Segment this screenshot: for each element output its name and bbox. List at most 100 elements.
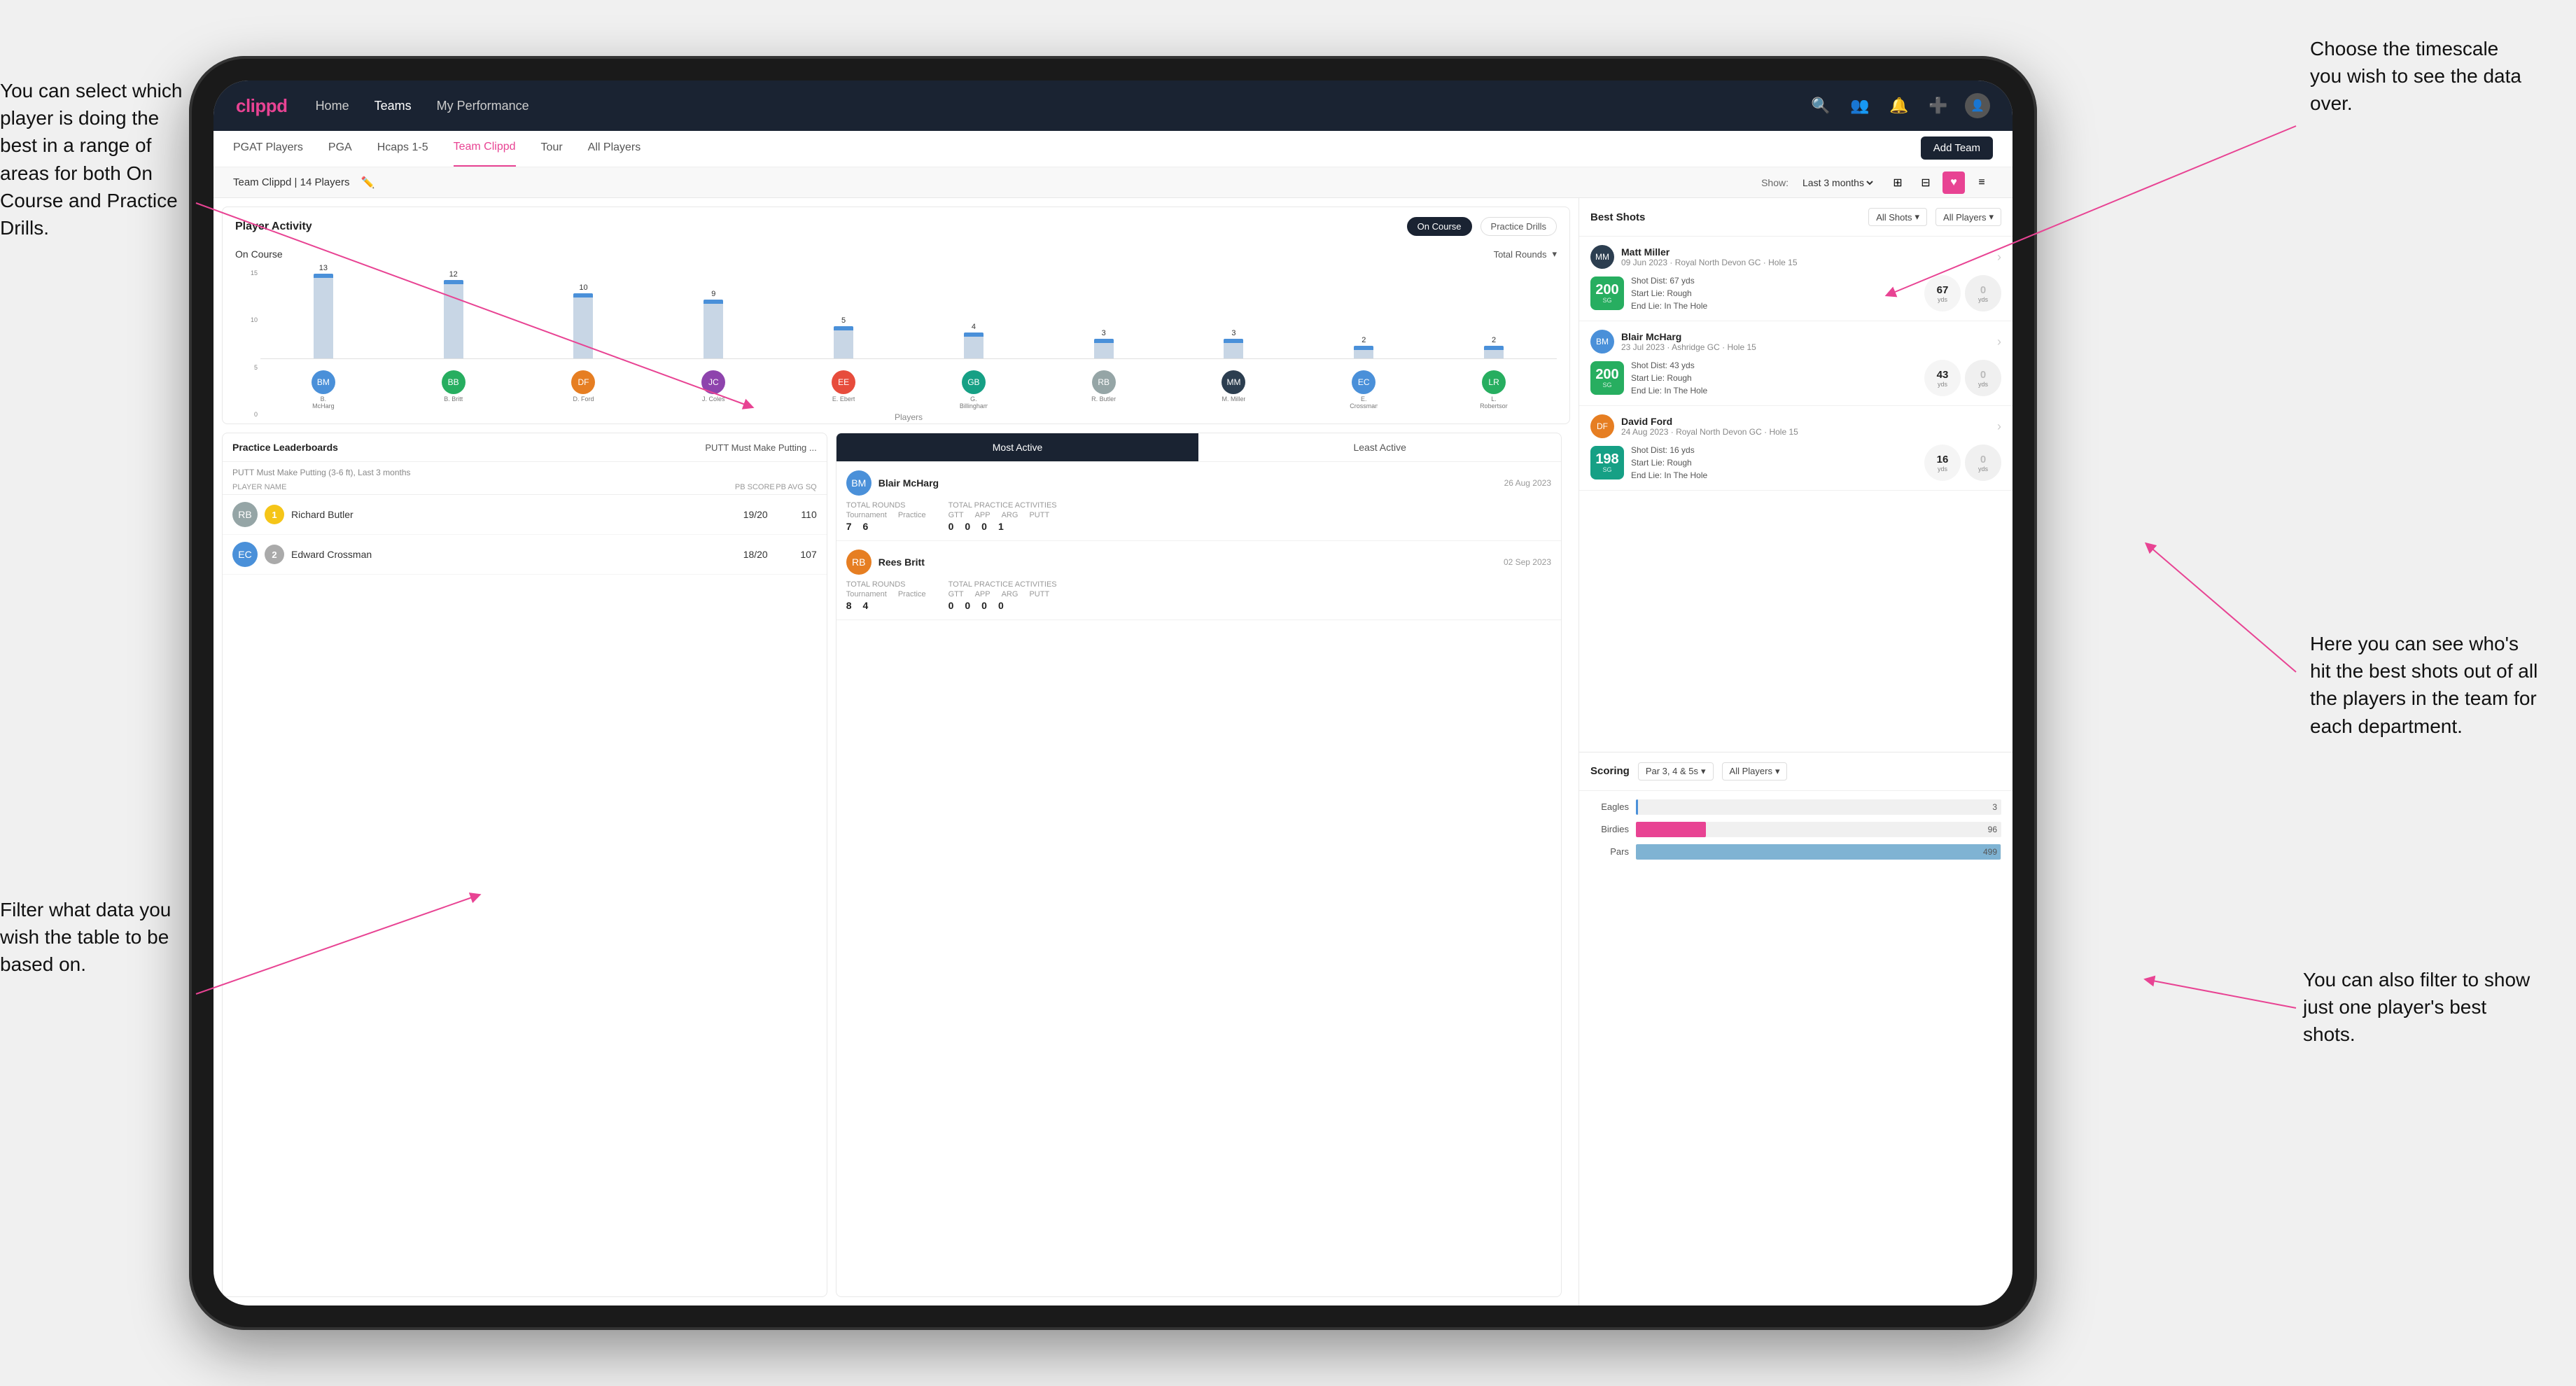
on-course-toggle[interactable]: On Course	[1407, 217, 1472, 236]
tab-team-clippd[interactable]: Team Clippd	[454, 131, 516, 167]
total-rounds-label: Total Rounds	[846, 501, 926, 510]
shot-date-matt: 09 Jun 2023	[1621, 258, 1667, 267]
shot-player-info-blair: Blair McHarg 23 Jul 2023 · Ashridge GC ·…	[1621, 331, 1990, 352]
practice-subtitle: PUTT Must Make Putting (3-6 ft), Last 3 …	[223, 462, 827, 480]
all-players-filter[interactable]: All Players ▾	[1935, 208, 2001, 226]
shot-item-david-ford[interactable]: DF David Ford 24 Aug 2023 · Royal North …	[1579, 406, 2012, 491]
all-players-label: All Players	[1943, 212, 1986, 223]
col-player-name: PLAYER NAME	[232, 483, 733, 491]
shot-badge-num-david: 198	[1595, 452, 1618, 466]
bar-bmcharg: 13	[260, 264, 386, 358]
tablet-frame: clippd Home Teams My Performance 🔍 👥 🔔 ➕…	[189, 56, 2037, 1330]
shot-metrics-blair: 43 yds 0 yds	[1924, 360, 2001, 396]
practice-player-name-ecrossman: Edward Crossman	[291, 549, 719, 560]
list-view-btn[interactable]: ≡	[1970, 172, 1993, 194]
scoring-row-eagles: Eagles 3	[1590, 799, 2001, 815]
chart-area: On Course Total Rounds ▾ 15 10 5	[223, 243, 1569, 424]
arg-blair: 0	[981, 521, 987, 532]
rounds-values-rees: 8 4	[846, 600, 926, 611]
user-avatar[interactable]: 👤	[1965, 93, 1990, 118]
shot-date-david: 24 Aug 2023	[1621, 427, 1668, 437]
chevron-right-icon: ›	[1997, 419, 2001, 434]
players-x-label: Players	[260, 412, 1557, 428]
practice-drills-toggle[interactable]: Practice Drills	[1480, 217, 1557, 236]
par-filter[interactable]: Par 3, 4 & 5s ▾	[1638, 762, 1714, 780]
shot-metric-dist-matt: 67 yds	[1924, 275, 1961, 312]
practice-sub-labels-rees: GTT APP ARG PUTT	[948, 590, 1057, 598]
scoring-card: Scoring Par 3, 4 & 5s ▾ All Players ▾ Ea…	[1579, 752, 2012, 1306]
activity-stats-blair: Total Rounds Tournament Practice 7 6	[846, 501, 1551, 532]
grid-4-view-btn[interactable]: ⊞	[1886, 172, 1909, 194]
practice-row-1[interactable]: RB 1 Richard Butler 19/20 110	[223, 495, 827, 535]
player-avatar-eebert: EE E. Ebert	[780, 370, 906, 410]
rank-badge-1: 1	[265, 505, 284, 524]
practice-activities-group-blair: Total Practice Activities GTT APP ARG PU…	[948, 501, 1057, 532]
app-blair: 0	[965, 521, 970, 532]
player-avatar-mmiller: MM M. Miller	[1171, 370, 1297, 410]
shot-badge-num-blair: 200	[1595, 368, 1618, 382]
shot-item-matt-miller[interactable]: MM Matt Miller 09 Jun 2023 · Royal North…	[1579, 237, 2012, 321]
grid-2-view-btn[interactable]: ⊟	[1914, 172, 1937, 194]
activity-item-blair[interactable]: BM Blair McHarg 26 Aug 2023 Total Rounds…	[836, 462, 1561, 541]
all-shots-filter[interactable]: All Shots ▾	[1868, 208, 1927, 226]
edit-team-icon[interactable]: ✏️	[360, 176, 374, 190]
all-shots-label: All Shots	[1876, 212, 1912, 223]
activity-item-rees[interactable]: RB Rees Britt 02 Sep 2023 Total Rounds T…	[836, 541, 1561, 620]
nav-my-performance[interactable]: My Performance	[437, 99, 529, 113]
scoring-players-filter[interactable]: All Players ▾	[1722, 762, 1788, 780]
col-pb-avg: PB AVG SQ	[775, 483, 817, 491]
pars-bar-fill	[1636, 844, 2001, 860]
users-icon[interactable]: 👥	[1847, 93, 1872, 118]
eagles-value: 3	[1992, 802, 1997, 812]
chevron-right-icon: ›	[1997, 335, 2001, 349]
most-active-card: Most Active Least Active BM Blair McHarg…	[836, 433, 1562, 1297]
tab-pga[interactable]: PGA	[328, 131, 352, 167]
total-rounds-label: Total Rounds	[1494, 249, 1547, 260]
plus-circle-icon[interactable]: ➕	[1926, 93, 1951, 118]
player-activity-card: Player Activity On Course Practice Drill…	[222, 206, 1570, 424]
player-avatar-gbillingham: GB G. Billingham	[911, 370, 1037, 410]
nav-links: Home Teams My Performance	[316, 99, 1780, 113]
nav-home[interactable]: Home	[316, 99, 349, 113]
tab-tour[interactable]: Tour	[541, 131, 563, 167]
search-icon[interactable]: 🔍	[1808, 93, 1833, 118]
chevron-down-icon: ▾	[1701, 766, 1706, 777]
activity-name-blair: Blair McHarg	[878, 477, 1497, 489]
shot-item-blair-mcharg[interactable]: BM Blair McHarg 23 Jul 2023 · Ashridge G…	[1579, 321, 2012, 406]
annotation-best-player: You can select which player is doing the…	[0, 77, 196, 241]
bar-gbillingham: 4	[911, 264, 1037, 358]
shot-badge-matt: 200 SG	[1590, 276, 1624, 310]
player-avatar-bmcharg: BM B. McHarg	[260, 370, 386, 410]
scoring-title: Scoring	[1590, 765, 1630, 777]
add-team-button[interactable]: Add Team	[1921, 136, 1993, 160]
tab-most-active[interactable]: Most Active	[836, 433, 1199, 461]
gtt-blair: 0	[948, 521, 954, 532]
shot-metric-zero-david: 0 yds	[1965, 444, 2001, 481]
shot-badge-sub-matt: SG	[1602, 297, 1611, 304]
chart-filter-dropdown[interactable]: Total Rounds ▾	[1494, 248, 1557, 260]
bell-icon[interactable]: 🔔	[1886, 93, 1912, 118]
shot-metrics-david: 16 yds 0 yds	[1924, 444, 2001, 481]
shot-player-row-matt: MM Matt Miller 09 Jun 2023 · Royal North…	[1590, 245, 2001, 269]
nav-icons: 🔍 👥 🔔 ➕ 👤	[1808, 93, 1990, 118]
bar-dford: 10	[521, 264, 647, 358]
nav-teams[interactable]: Teams	[374, 99, 412, 113]
team-header-bar: Team Clippd | 14 Players ✏️ Show: Last 3…	[214, 167, 2012, 198]
heart-view-btn[interactable]: ♥	[1942, 172, 1965, 194]
tab-least-active[interactable]: Least Active	[1198, 433, 1561, 461]
tab-hcaps[interactable]: Hcaps 1-5	[377, 131, 428, 167]
scoring-header: Scoring Par 3, 4 & 5s ▾ All Players ▾	[1579, 752, 2012, 791]
shot-metric-zero-matt: 0 yds	[1965, 275, 2001, 312]
practice-row-2[interactable]: EC 2 Edward Crossman 18/20 107	[223, 535, 827, 575]
shot-player-row-blair: BM Blair McHarg 23 Jul 2023 · Ashridge G…	[1590, 330, 2001, 354]
practice-dropdown[interactable]: PUTT Must Make Putting ...	[705, 442, 816, 453]
total-rounds-label-rees: Total Rounds	[846, 580, 926, 589]
tab-all-players[interactable]: All Players	[588, 131, 641, 167]
time-filter-select[interactable]: Last 3 months Last month Last 6 months L…	[1800, 176, 1875, 189]
practice-avg-ecrossman: 107	[775, 549, 817, 560]
birdies-value: 96	[1988, 825, 1997, 834]
chevron-down-icon: ▾	[1915, 211, 1920, 223]
bar-eebert: 5	[780, 264, 906, 358]
best-shots-title: Best Shots	[1590, 211, 1645, 223]
tab-pgat-players[interactable]: PGAT Players	[233, 131, 303, 167]
